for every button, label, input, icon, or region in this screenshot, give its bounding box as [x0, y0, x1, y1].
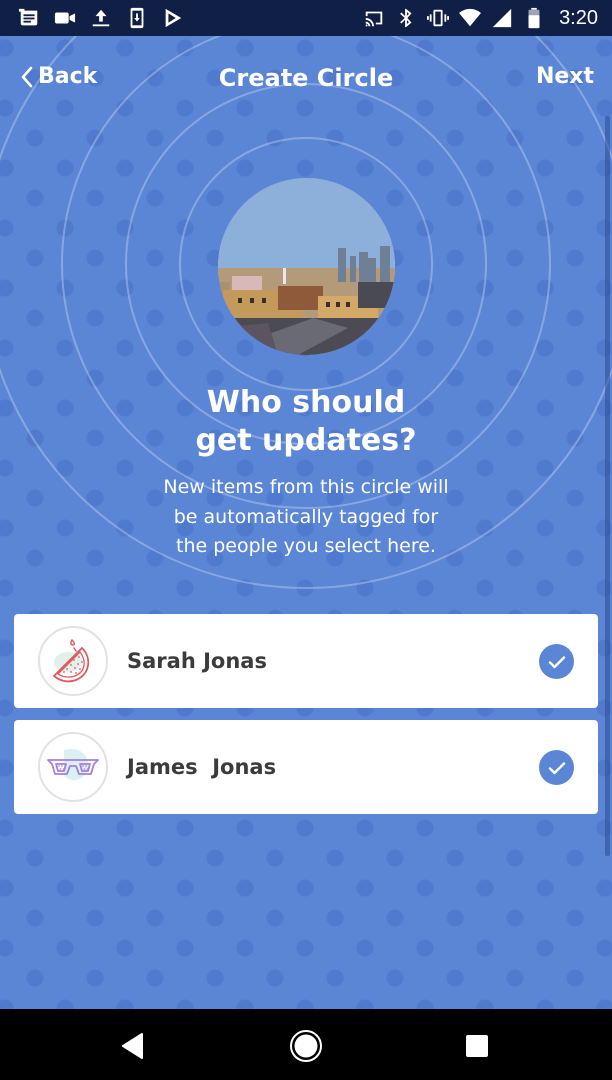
cast-icon — [363, 7, 385, 29]
nav-back-icon — [122, 1033, 143, 1059]
status-bar: 3:20 — [0, 0, 612, 36]
nav-home-icon — [290, 1030, 322, 1062]
bluetooth-icon — [395, 7, 417, 29]
video-camera-icon — [54, 7, 76, 29]
check-icon — [548, 655, 565, 668]
prompt-description: New items from this circle will be autom… — [0, 473, 612, 562]
person-name: Sarah Jonas — [127, 649, 267, 673]
cell-signal-icon — [491, 7, 513, 29]
person-name: James Jonas — [127, 755, 277, 779]
play-store-icon — [162, 7, 184, 29]
battery-icon — [523, 7, 545, 29]
avatar — [38, 732, 108, 802]
selected-checkbox[interactable] — [539, 750, 574, 785]
prompt-heading-line: Who should — [206, 385, 406, 420]
prompt-description-line: New items from this circle will — [163, 476, 449, 498]
prompt-heading: Who should get updates? — [0, 384, 612, 460]
people-list: Sarah Jonas James Jonas — [14, 614, 598, 826]
circle-photo[interactable] — [218, 178, 395, 355]
selected-checkbox[interactable] — [539, 644, 574, 679]
status-notifications — [18, 7, 184, 29]
nav-home-button[interactable] — [289, 1029, 323, 1063]
nav-recents-button[interactable] — [460, 1029, 494, 1063]
avatar — [38, 626, 108, 696]
messages-icon — [18, 7, 40, 29]
skyline-image — [218, 178, 395, 355]
nav-header: Back Create Circle Next — [0, 36, 612, 124]
create-circle-screen: Back Create Circle Next Who should get u… — [0, 36, 612, 1009]
download-to-device-icon — [126, 7, 148, 29]
upload-icon — [90, 7, 112, 29]
next-button[interactable]: Next — [536, 64, 594, 89]
system-nav-bar — [0, 1009, 612, 1080]
status-system: 3:20 — [363, 7, 598, 30]
watermelon-icon — [53, 638, 90, 683]
prompt-description-line: be automatically tagged for — [173, 505, 439, 528]
nav-back-button[interactable] — [117, 1029, 151, 1063]
person-row-sarah[interactable]: Sarah Jonas — [14, 614, 598, 708]
clock: 3:20 — [559, 6, 598, 29]
check-icon — [548, 761, 565, 774]
vibrate-icon — [427, 7, 450, 29]
sunglasses-icon — [47, 748, 99, 781]
page-title: Create Circle — [218, 64, 394, 92]
scrollbar[interactable] — [605, 116, 610, 856]
prompt-heading-line: get updates? — [195, 423, 417, 458]
person-row-james[interactable]: James Jonas — [14, 720, 598, 814]
wifi-icon — [459, 7, 482, 29]
prompt-description-line: the people you select here. — [176, 535, 436, 557]
nav-recents-icon — [466, 1035, 488, 1057]
